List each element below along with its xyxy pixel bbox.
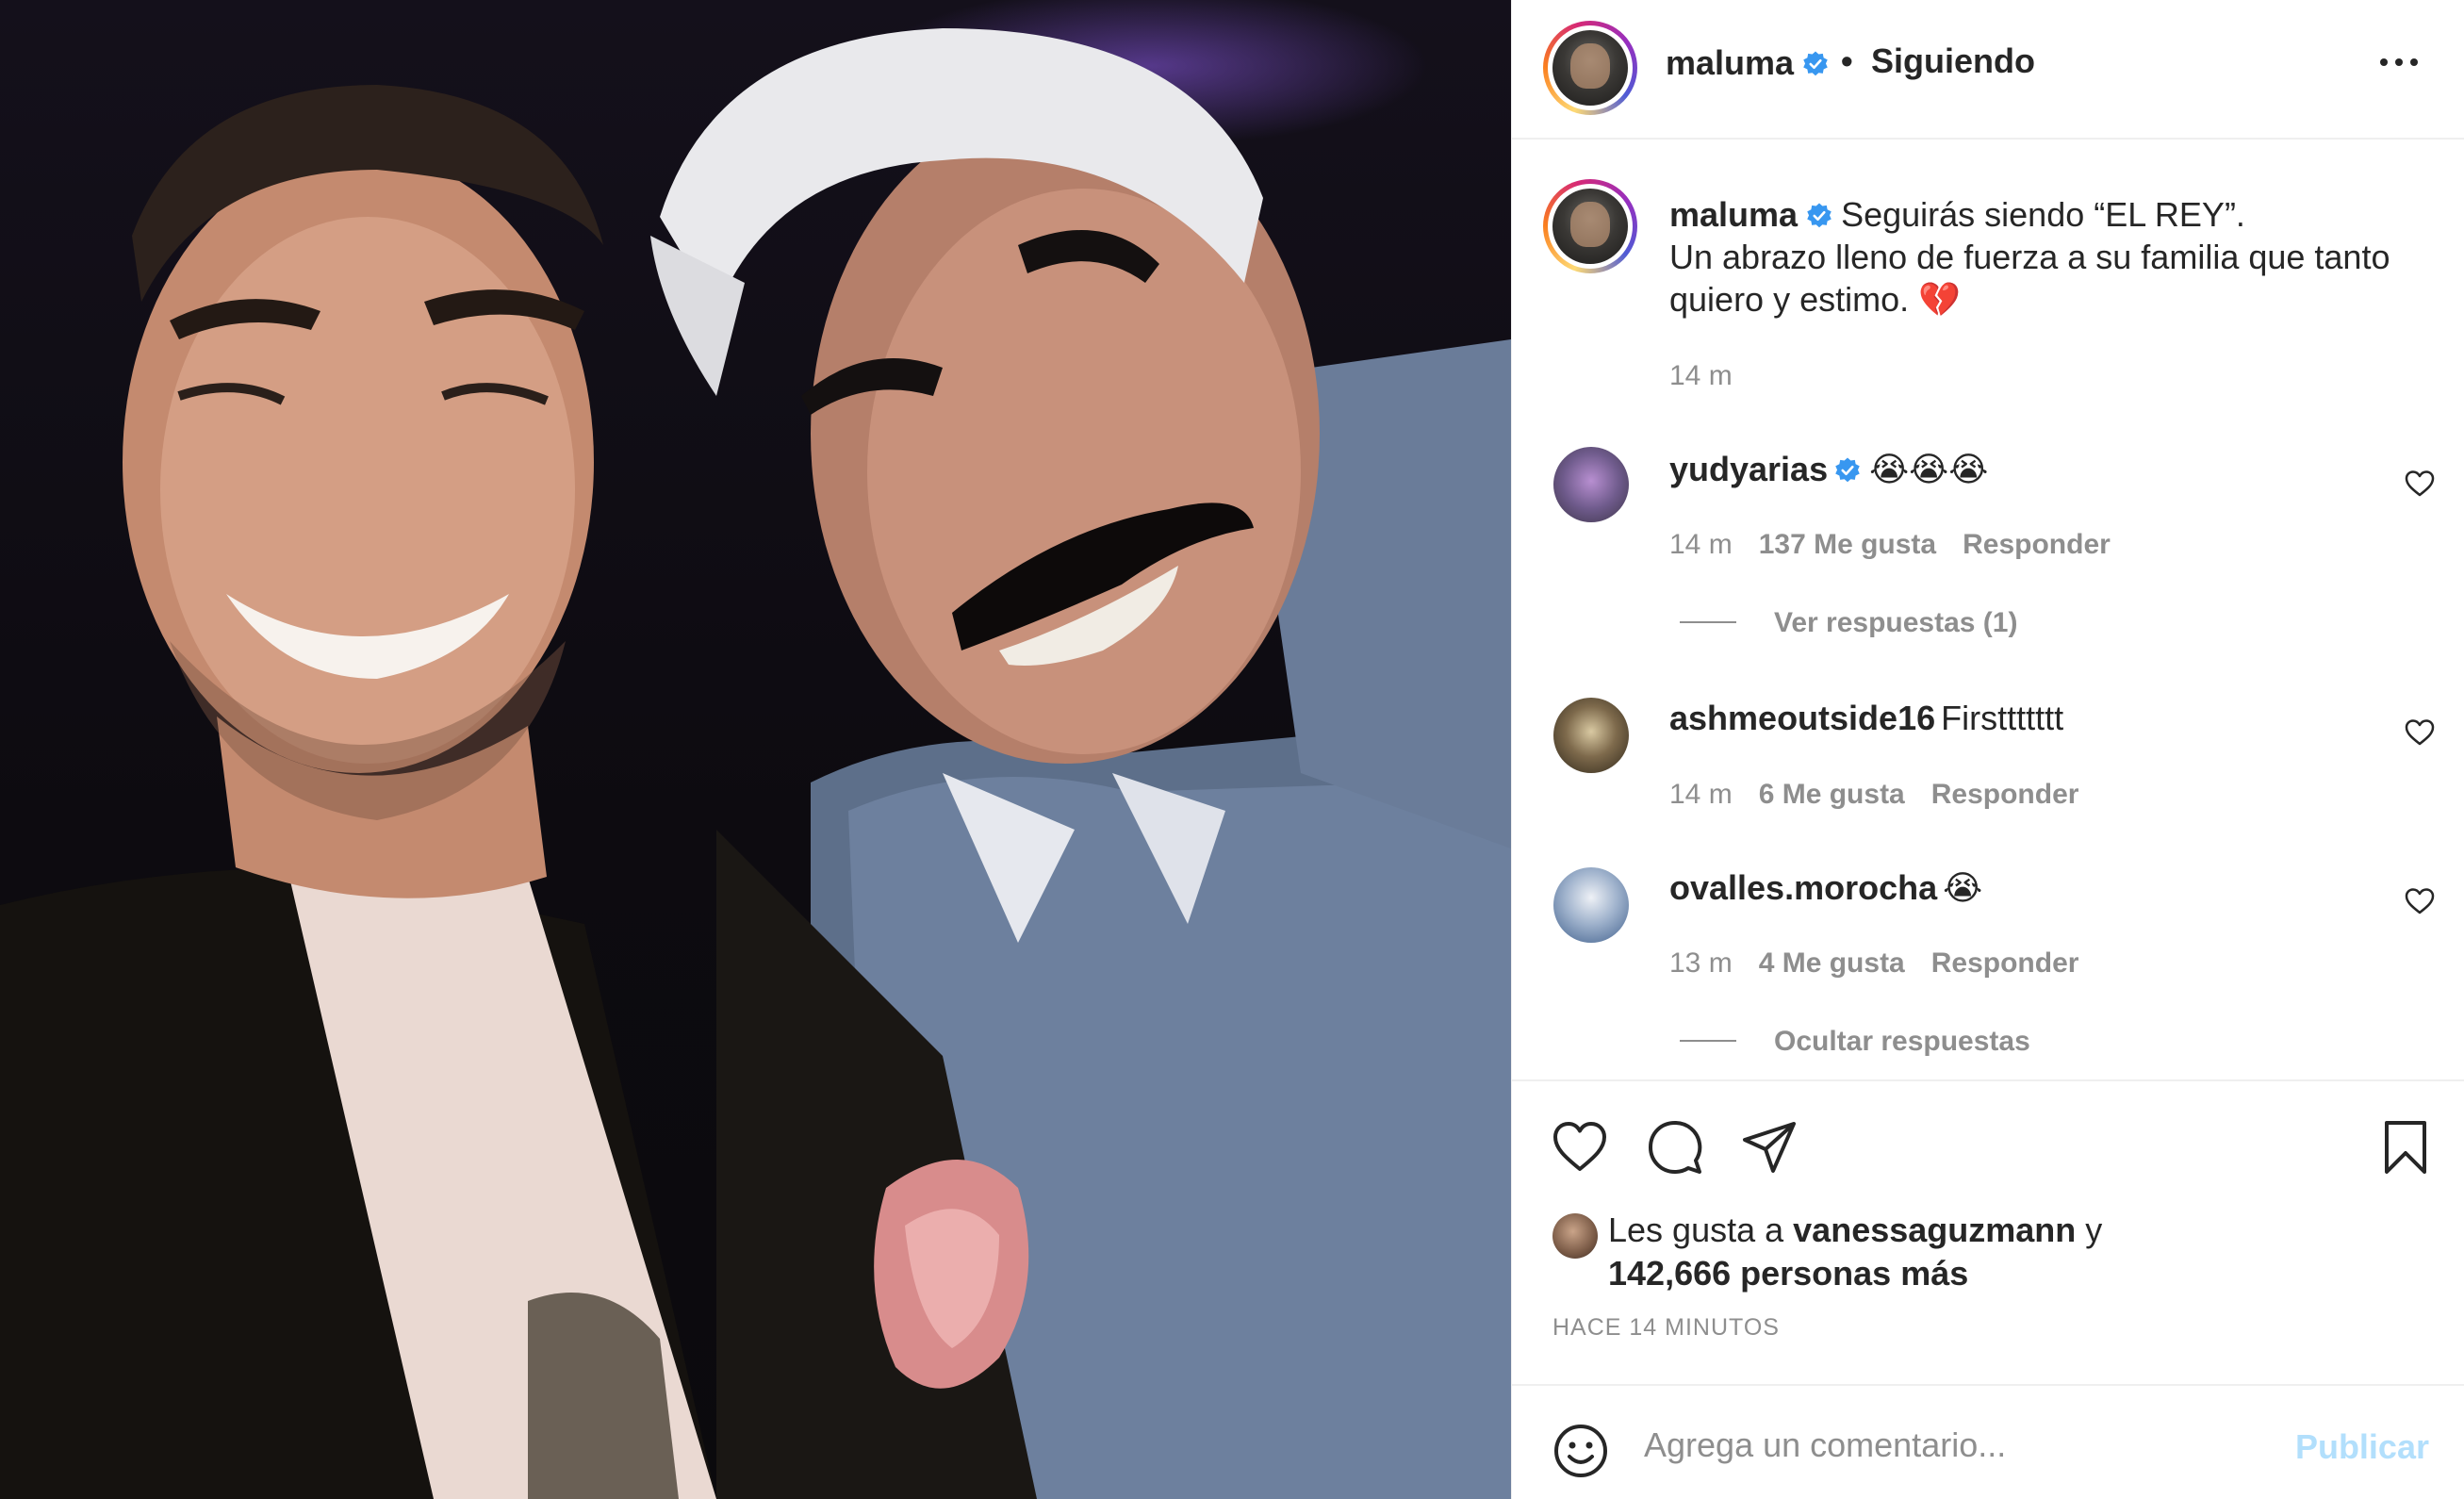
caption-time[interactable]: 14 m xyxy=(1669,360,1733,392)
add-comment-bar: Publicar xyxy=(1512,1384,2464,1499)
emoji-icon[interactable] xyxy=(1552,1423,1609,1479)
comment-text: 😭 xyxy=(1943,868,1983,907)
comment-like-heart-icon[interactable] xyxy=(2405,718,2435,747)
liker-avatar[interactable] xyxy=(1552,1213,1598,1259)
following-button[interactable]: Siguiendo xyxy=(1871,41,2035,81)
publish-button[interactable]: Publicar xyxy=(2295,1427,2429,1467)
share-icon[interactable] xyxy=(1741,1119,1798,1176)
comment-like-count[interactable]: 137 Me gusta xyxy=(1759,529,1936,560)
reply-button[interactable]: Responder xyxy=(1963,529,2111,560)
comment-row: ovalles.morocha 😭 xyxy=(1669,868,1982,908)
comment-row: yudyarias 😭😭😭 xyxy=(1669,450,1988,489)
likes-count[interactable]: 142,666 personas más xyxy=(1608,1254,1968,1293)
save-icon[interactable] xyxy=(2377,1119,2434,1176)
heart-icon[interactable] xyxy=(1552,1119,1608,1176)
comment-like-count[interactable]: 6 Me gusta xyxy=(1759,779,1905,810)
comment-icon[interactable] xyxy=(1647,1119,1703,1176)
caption-text-line1: Seguirás siendo “EL REY”. xyxy=(1841,195,2245,234)
likes-summary: Les gusta a vanessaguzmann y 142,666 per… xyxy=(1608,1209,2102,1295)
hide-replies-button[interactable]: Ocultar respuestas xyxy=(1680,1026,2030,1058)
commenter-username[interactable]: ovalles.morocha xyxy=(1669,868,1937,907)
commenter-avatar[interactable] xyxy=(1553,867,1629,943)
author-avatar[interactable] xyxy=(1543,21,1637,115)
reply-button[interactable]: Responder xyxy=(1931,779,2079,810)
post-timestamp[interactable]: HACE 14 MINUTOS xyxy=(1552,1314,1780,1342)
comment-like-count[interactable]: 4 Me gusta xyxy=(1759,947,1905,979)
caption-username[interactable]: maluma xyxy=(1669,195,1798,234)
comment-meta: 13 m 4 Me gusta Responder xyxy=(1669,947,2105,980)
caption-text-line2: Un abrazo lleno de fuerza a su familia q… xyxy=(1669,238,2390,319)
comment-text: 😭😭😭 xyxy=(1869,450,1989,488)
commenter-avatar[interactable] xyxy=(1553,447,1629,522)
post-actions: Les gusta a vanessaguzmann y 142,666 per… xyxy=(1512,1079,2464,1391)
view-replies-button[interactable]: Ver respuestas (1) xyxy=(1680,607,2017,639)
author-username[interactable]: maluma xyxy=(1666,43,1794,82)
likes-prefix: Les gusta a xyxy=(1608,1211,1784,1249)
post-side-panel: maluma • Siguiendo maluma Seguirás siend… xyxy=(1511,0,2464,1499)
comment-meta: 14 m 6 Me gusta Responder xyxy=(1669,779,2105,811)
more-options-icon[interactable] xyxy=(2378,53,2420,72)
caption-author-avatar[interactable] xyxy=(1543,179,1637,273)
liker-username[interactable]: vanessaguzmann xyxy=(1793,1211,2076,1249)
comment-input[interactable] xyxy=(1644,1414,2247,1476)
post-photo[interactable] xyxy=(0,0,1511,1499)
comment-like-heart-icon[interactable] xyxy=(2405,469,2435,498)
reply-button[interactable]: Responder xyxy=(1931,947,2079,979)
comment-time[interactable]: 13 m xyxy=(1669,947,1733,979)
verified-badge-icon xyxy=(1807,203,1832,228)
post-header: maluma • Siguiendo xyxy=(1512,0,2464,140)
comment-text: Firsttttttt xyxy=(1941,699,2064,737)
comment-time[interactable]: 14 m xyxy=(1669,779,1733,810)
comment-meta: 14 m 137 Me gusta Responder xyxy=(1669,529,2137,561)
commenter-avatar[interactable] xyxy=(1553,698,1629,773)
comment-row: ashmeoutside16 Firsttttttt xyxy=(1669,699,2063,738)
comment-time[interactable]: 14 m xyxy=(1669,529,1733,560)
author-username-row: maluma xyxy=(1666,43,1830,83)
commenter-username[interactable]: yudyarias xyxy=(1669,450,1828,488)
verified-badge-icon xyxy=(1835,457,1860,483)
header-separator: • xyxy=(1841,41,1853,80)
verified-badge-icon xyxy=(1803,51,1828,76)
post-photo-illustration xyxy=(0,28,1511,1499)
commenter-username[interactable]: ashmeoutside16 xyxy=(1669,699,1935,737)
comment-like-heart-icon[interactable] xyxy=(2405,887,2435,915)
likes-conj: y xyxy=(2085,1211,2103,1249)
post-caption: maluma Seguirás siendo “EL REY”. Un abra… xyxy=(1669,193,2442,321)
